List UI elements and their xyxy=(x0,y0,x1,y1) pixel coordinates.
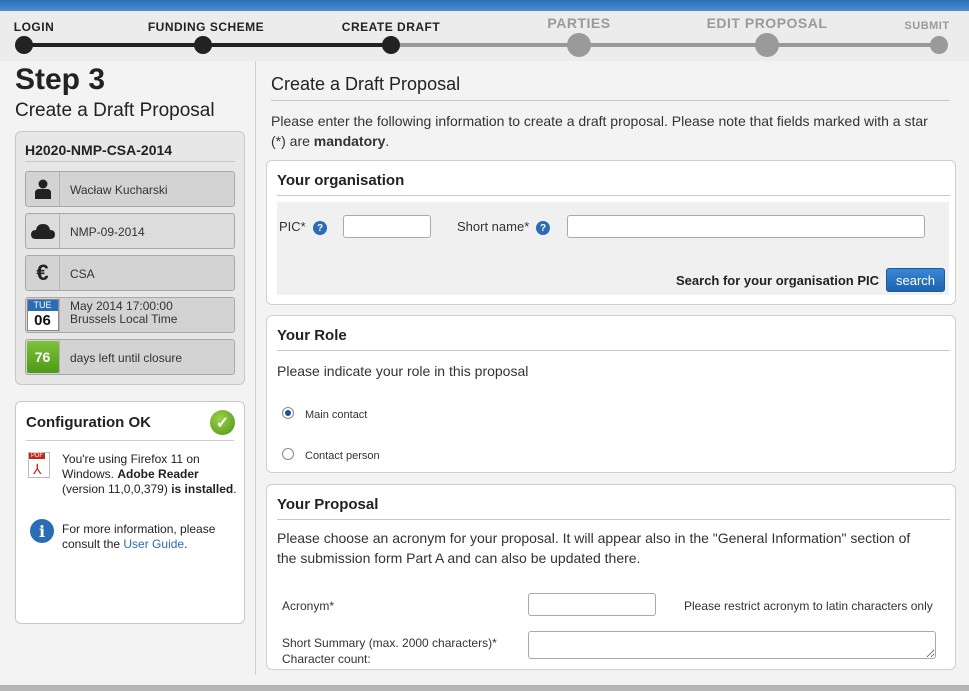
search-button[interactable]: search xyxy=(886,268,945,292)
reader-name: Adobe Reader xyxy=(117,467,199,481)
deadline-timezone: Brussels Local Time xyxy=(70,312,178,326)
search-pic-label: Search for your organisation PIC xyxy=(676,273,879,288)
column-divider xyxy=(255,61,256,675)
days-left-badge: 76 xyxy=(26,340,60,374)
wizard-step-dot xyxy=(755,33,779,57)
intro-text: Please enter the following information t… xyxy=(271,111,941,151)
acronym-input[interactable] xyxy=(528,593,656,616)
calendar-icon: TUE 06 xyxy=(26,298,60,332)
short-name-input[interactable] xyxy=(567,215,925,238)
pic-input[interactable] xyxy=(343,215,431,238)
user-row: Wacław Kucharski xyxy=(25,171,235,207)
role-prompt: Please indicate your role in this propos… xyxy=(277,363,529,379)
deadline-text: May 2014 17:00:00 Brussels Local Time xyxy=(70,300,177,326)
reader-installed: installed xyxy=(184,482,234,496)
wizard-step-dot xyxy=(930,36,948,54)
call-info-box: H2020-NMP-CSA-2014 Wacław Kucharski NMP-… xyxy=(15,131,245,385)
summary-textarea[interactable] xyxy=(528,631,936,659)
topic-code: NMP-09-2014 xyxy=(70,225,145,239)
contact-person-radio[interactable] xyxy=(282,448,294,460)
action-type-row: € CSA xyxy=(25,255,235,291)
divider xyxy=(277,350,950,351)
wizard-step-label: FUNDING SCHEME xyxy=(147,20,265,34)
check-icon: ✓ xyxy=(210,410,235,435)
wizard-step-dot xyxy=(382,36,400,54)
user-name: Wacław Kucharski xyxy=(70,183,168,197)
reader-version: (version 11,0,0,379) xyxy=(62,482,168,496)
intro-mandatory: mandatory xyxy=(313,133,386,149)
days-left-label: days left until closure xyxy=(70,351,183,365)
top-accent-bar xyxy=(0,0,969,11)
pdf-file-icon: PDF ⅄ xyxy=(28,452,50,478)
wizard-step-dot xyxy=(15,36,33,54)
step-number: Step 3 xyxy=(15,63,106,96)
role-title: Your Role xyxy=(277,327,347,344)
proposal-title: Your Proposal xyxy=(277,496,379,513)
deadline-row: TUE 06 May 2014 17:00:00 Brussels Local … xyxy=(25,297,235,333)
organisation-panel: Your organisation PIC* ? Short name* ? S… xyxy=(266,160,956,305)
pic-help-icon[interactable]: ? xyxy=(313,221,327,235)
main-contact-radio[interactable] xyxy=(282,407,294,419)
acronym-hint: Please restrict acronym to latin charact… xyxy=(684,599,933,613)
configuration-box: Configuration OK ✓ PDF ⅄ You're using Fi… xyxy=(15,401,245,624)
divider xyxy=(271,100,950,101)
reader-is: is xyxy=(171,482,182,496)
calendar-weekday: TUE xyxy=(27,300,58,311)
user-icon xyxy=(26,172,60,206)
wizard-step-label: PARTIES xyxy=(547,15,611,31)
user-guide-link[interactable]: User Guide xyxy=(123,537,184,551)
info-icon: i xyxy=(30,519,54,543)
organisation-title: Your organisation xyxy=(277,172,405,189)
progress-wizard: LOGIN FUNDING SCHEME CREATE DRAFT PARTIE… xyxy=(0,11,969,61)
proposal-prompt: Please choose an acronym for your propos… xyxy=(277,530,911,566)
acronym-label: Acronym* xyxy=(282,599,335,613)
intro-end: . xyxy=(385,133,390,149)
page-title: Create a Draft Proposal xyxy=(271,74,461,94)
period: . xyxy=(184,537,188,551)
summary-label: Short Summary (max. 2000 characters)* xyxy=(282,636,497,650)
divider xyxy=(277,519,950,520)
divider xyxy=(277,195,950,196)
call-identifier: H2020-NMP-CSA-2014 xyxy=(25,142,173,158)
topic-row: NMP-09-2014 xyxy=(25,213,235,249)
short-name-help-icon[interactable]: ? xyxy=(536,221,550,235)
short-name-label: Short name* xyxy=(457,219,530,234)
contact-person-label: Contact person xyxy=(305,450,380,462)
wizard-step-label: LOGIN xyxy=(13,20,55,34)
wizard-step-dot xyxy=(567,33,591,57)
main-contact-label: Main contact xyxy=(305,409,368,421)
wizard-track-remaining xyxy=(392,43,940,47)
days-left-row: 76 days left until closure xyxy=(25,339,235,375)
cloud-icon xyxy=(26,214,60,248)
divider xyxy=(25,161,235,162)
role-panel: Your Role Please indicate your role in t… xyxy=(266,315,956,473)
step-title: Create a Draft Proposal xyxy=(15,100,215,121)
euro-icon: € xyxy=(26,256,60,290)
pic-label: PIC* xyxy=(279,219,306,234)
character-count-label: Character count: xyxy=(282,652,371,666)
wizard-step-dot xyxy=(194,36,212,54)
configuration-title: Configuration OK xyxy=(26,414,151,431)
browser-info: You're using Firefox 11 on Windows. Adob… xyxy=(62,452,240,497)
period: . xyxy=(233,482,237,496)
calendar-day: 06 xyxy=(34,312,51,329)
content-area: Step 3 Create a Draft Proposal H2020-NMP… xyxy=(0,61,969,685)
proposal-panel: Your Proposal Please choose an acronym f… xyxy=(266,484,956,670)
wizard-step-label: SUBMIT xyxy=(904,20,950,32)
days-left-count: 76 xyxy=(26,341,59,373)
action-type: CSA xyxy=(70,267,95,281)
more-info: For more information, please consult the… xyxy=(62,522,240,552)
divider xyxy=(26,440,234,441)
wizard-step-label: EDIT PROPOSAL xyxy=(706,15,828,31)
wizard-step-label: CREATE DRAFT xyxy=(341,20,441,34)
organisation-form: PIC* ? Short name* ? Search for your org… xyxy=(277,202,949,295)
bottom-bar xyxy=(0,685,969,691)
